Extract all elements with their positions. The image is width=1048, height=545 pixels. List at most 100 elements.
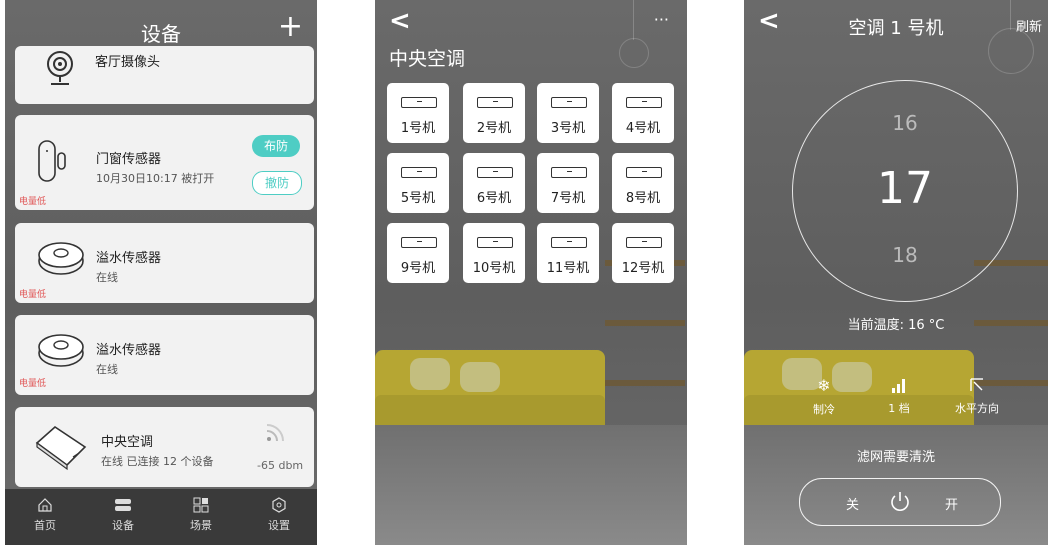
page-title: 空调 1 号机 [848,18,944,39]
ac-unit-tile[interactable]: 11号机 [537,223,599,283]
device-status: 在线 已连接 12 个设备 [101,455,214,468]
ac-unit-icon [551,237,587,248]
tab-label: 首页 [34,519,56,532]
device-card-camera[interactable]: 客厅摄像头 [15,46,314,104]
ac-unit-tile[interactable]: 5号机 [387,153,449,213]
device-status: 10月30日10:17 被打开 [96,172,215,185]
ac-control-screen: < 空调 1 号机 刷新 16 17 18 当前温度: 16 °C ❄ 制冷 1… [744,0,1048,545]
ac-unit-label: 9号机 [400,261,436,276]
add-device-button[interactable]: + [278,12,303,42]
settings-icon [272,497,286,513]
ac-unit-label: 1号机 [400,121,436,136]
tab-home[interactable]: 首页 [15,497,75,533]
signal-strength: -65 dbm [257,459,304,472]
power-icon[interactable] [888,490,912,514]
camera-icon [47,51,73,85]
ac-unit-icon [551,167,587,178]
power-on-button[interactable]: 开 [945,494,958,513]
ac-unit-tile[interactable]: 9号机 [387,223,449,283]
ac-unit-label: 5号机 [400,191,436,206]
ac-unit-tile[interactable]: 2号机 [463,83,525,143]
device-card-central-ac[interactable]: 中央空调 在线 已连接 12 个设备 -65 dbm [15,407,314,487]
ac-unit-tile[interactable]: 3号机 [537,83,599,143]
device-name: 客厅摄像头 [95,55,161,70]
low-battery-label: 电量低 [19,290,47,300]
device-card-water-sensor[interactable]: 溢水传感器 在线 电量低 [15,223,314,303]
device-name: 溢水传感器 [96,251,162,266]
bottom-tab-bar: 首页 设备 场景 设置 [5,489,317,545]
device-card-water-sensor[interactable]: 溢水传感器 在线 电量低 [15,315,314,395]
device-name: 溢水传感器 [96,343,162,358]
low-battery-label: 电量低 [19,197,47,207]
power-toggle[interactable]: 关 开 [799,478,1001,526]
tab-label: 设置 [268,519,290,532]
ac-unit-tile[interactable]: 4号机 [612,83,674,143]
ac-unit-tile[interactable]: 10号机 [463,223,525,283]
filter-notice: 滤网需要清洗 [856,450,935,465]
devices-icon [115,499,131,511]
ac-unit-label: 3号机 [550,121,586,136]
disarm-button[interactable]: 撤防 [252,171,302,195]
scenes-icon [193,497,209,513]
temperature-dial[interactable]: 16 17 18 [792,80,1018,302]
device-status: 在线 [96,363,118,376]
ac-unit-label: 4号机 [625,121,661,136]
central-ac-screen: < ··· 中央空调 1号机 2号机 3号机 4号机 5号机 6号机 7号机 8… [375,0,687,545]
wifi-signal-icon [266,424,284,442]
ac-unit-tile[interactable]: 6号机 [463,153,525,213]
ac-unit-icon [626,97,662,108]
device-name: 中央空调 [101,435,154,450]
power-off-button[interactable]: 关 [846,494,859,513]
ac-unit-label: 11号机 [546,261,590,276]
ac-unit-icon [626,237,662,248]
ac-unit-icon [551,97,587,108]
low-battery-label: 电量低 [19,379,47,389]
device-status: 在线 [96,271,118,284]
tab-label: 设备 [112,519,134,532]
ac-unit-label: 7号机 [550,191,586,206]
refresh-button[interactable]: 刷新 [1016,16,1042,35]
ac-unit-label: 12号机 [621,261,665,276]
tab-settings[interactable]: 设置 [249,497,309,533]
door-sensor-icon [38,140,66,182]
ac-unit-icon [477,237,513,248]
mode-label: 1 档 [888,402,910,415]
current-temperature: 当前温度: 16 °C [847,318,945,333]
ac-unit-icon [401,237,437,248]
ac-unit-tile[interactable]: 7号机 [537,153,599,213]
ac-unit-label: 6号机 [476,191,512,206]
devices-screen: 设备 + 客厅摄像头 门窗传感器 10月30日10:17 被打开 电量低 布防 … [5,0,317,545]
tab-label: 场景 [190,519,212,532]
page-title: 中央空调 [389,48,466,70]
snowflake-icon: ❄ [817,376,831,395]
tab-scenes[interactable]: 场景 [171,497,231,533]
ac-unit-icon [477,167,513,178]
device-name: 门窗传感器 [96,152,162,167]
ac-unit-icon [401,167,437,178]
gateway-icon [35,425,87,471]
ac-unit-tile[interactable]: 12号机 [612,223,674,283]
ac-unit-label: 2号机 [476,121,512,136]
ac-unit-tile[interactable]: 8号机 [612,153,674,213]
mode-cooling-button[interactable]: ❄ 制冷 [789,376,859,417]
water-sensor-icon [38,334,84,367]
page-title: 设备 [141,22,181,46]
fan-speed-button[interactable]: 1 档 [864,376,934,416]
tab-devices[interactable]: 设备 [93,497,153,533]
device-card-door-sensor[interactable]: 门窗传感器 10月30日10:17 被打开 电量低 布防 撤防 [15,115,314,210]
fan-speed-icon [892,379,905,393]
ac-unit-tile[interactable]: 1号机 [387,83,449,143]
ac-unit-icon [477,97,513,108]
more-button[interactable]: ··· [654,10,669,29]
mode-label: 制冷 [813,403,835,416]
temp-prev: 16 [892,111,918,135]
ac-unit-icon [401,97,437,108]
swing-direction-button[interactable]: 水平方向 [942,376,1012,416]
water-sensor-icon [38,242,84,275]
back-button[interactable]: < [389,6,411,36]
arm-button[interactable]: 布防 [252,135,300,157]
mode-label: 水平方向 [955,402,999,415]
temp-next: 18 [892,243,918,267]
ac-unit-icon [626,167,662,178]
home-icon [38,498,52,512]
